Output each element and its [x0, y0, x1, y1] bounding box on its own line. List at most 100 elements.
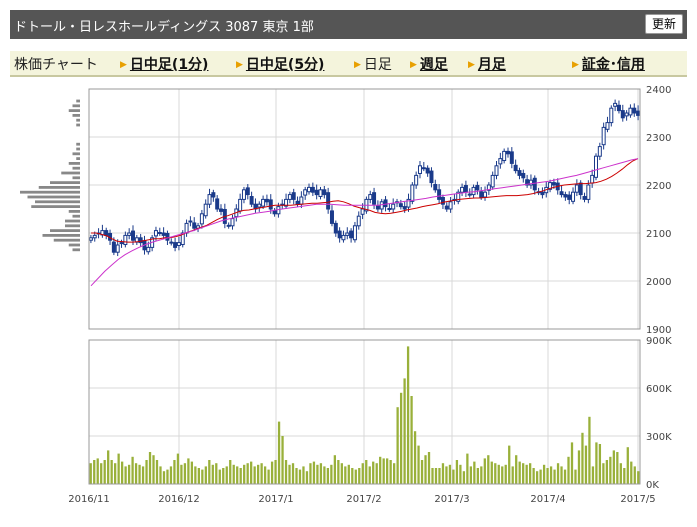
candle [264, 194, 269, 206]
volume-bar [623, 468, 626, 484]
volume-bar [215, 463, 218, 484]
candle [207, 188, 212, 209]
candle [532, 175, 537, 195]
candle [437, 184, 442, 204]
price-profile-bar [68, 109, 80, 112]
volume-bar [469, 466, 473, 484]
candle [345, 227, 350, 240]
volume-bar [270, 461, 274, 484]
volume-bar [417, 445, 420, 484]
volume-y-tick-label: 0K [646, 480, 659, 491]
volume-bar [155, 460, 159, 484]
volume-bar [595, 442, 598, 484]
candle [444, 202, 449, 212]
candle [505, 147, 510, 158]
candle [483, 186, 488, 201]
candle [632, 103, 637, 117]
volume-bar [403, 378, 406, 484]
price-profile-bar [76, 142, 80, 146]
candle [176, 236, 181, 251]
volume-bar [542, 464, 546, 484]
candle [574, 179, 579, 197]
candle [498, 152, 503, 169]
volume-bar [291, 463, 295, 484]
price-profile-bar [76, 99, 80, 103]
volume-bar [169, 466, 173, 484]
candle [295, 196, 300, 208]
volume-bar [274, 460, 277, 484]
price-profile-bar [65, 219, 80, 223]
price-profile-bar [76, 118, 80, 122]
volume-bar [232, 464, 235, 484]
candle [578, 180, 583, 200]
candle [609, 105, 614, 127]
volume-bar [141, 466, 145, 484]
volume-bar [194, 466, 197, 484]
candle [368, 190, 373, 204]
volume-bar [410, 396, 413, 484]
candle [601, 122, 606, 150]
x-tick-label: 2017/1 [258, 494, 293, 505]
volume-bar [260, 463, 263, 484]
volume-bar [386, 458, 389, 484]
price-y-tick-label: 2000 [646, 277, 671, 288]
volume-bar [598, 444, 602, 484]
volume-bar [340, 463, 343, 484]
volume-bar [281, 436, 284, 484]
candle [192, 217, 197, 232]
volume-bar [173, 460, 176, 484]
price-profile-bar [68, 243, 80, 247]
volume-bar [427, 452, 431, 484]
volume-bar [225, 466, 228, 484]
volume-bar [183, 463, 187, 484]
volume-bar [539, 469, 542, 484]
volume-bar [117, 453, 120, 484]
candle [387, 203, 392, 212]
candle [104, 227, 109, 240]
volume-bar [319, 463, 323, 484]
candle [517, 167, 522, 180]
volume-bar [197, 468, 200, 484]
price-profile-bar [68, 210, 80, 213]
volume-bar [243, 464, 246, 484]
volume-bar [103, 460, 106, 484]
candle [475, 181, 480, 195]
candle [509, 147, 514, 169]
volume-bar [563, 469, 567, 484]
candle [540, 187, 545, 199]
candle [494, 161, 499, 180]
price-profile-bar [76, 147, 80, 151]
candle [467, 188, 472, 198]
x-tick-label: 2017/3 [434, 494, 469, 505]
candle [486, 182, 491, 196]
candle [169, 238, 174, 246]
volume-bar [284, 460, 288, 484]
volume-bar [508, 445, 511, 484]
candle [88, 234, 93, 244]
candle [299, 191, 304, 209]
candle [280, 199, 285, 210]
candle [333, 220, 338, 237]
volume-bar [452, 469, 455, 484]
volume-bar [577, 450, 581, 484]
volume-bar [633, 466, 636, 484]
volume-bar [250, 461, 253, 484]
volume-bar [574, 469, 577, 484]
volume-bar [166, 469, 169, 484]
volume-bar [392, 463, 396, 484]
price-y-tick-label: 2100 [646, 229, 671, 240]
volume-bar [396, 407, 399, 484]
volume-bar [107, 450, 110, 484]
volume-bar [344, 466, 347, 484]
volume-bar [211, 464, 214, 484]
volume-bar [504, 464, 507, 484]
volume-bar [375, 463, 378, 484]
volume-bar [110, 460, 113, 484]
volume-bar [316, 464, 319, 484]
volume-bar [131, 456, 134, 484]
candle [199, 209, 204, 229]
volume-bar [368, 466, 371, 484]
volume-bar [267, 469, 270, 484]
candle [624, 110, 629, 121]
volume-bar [553, 469, 556, 484]
